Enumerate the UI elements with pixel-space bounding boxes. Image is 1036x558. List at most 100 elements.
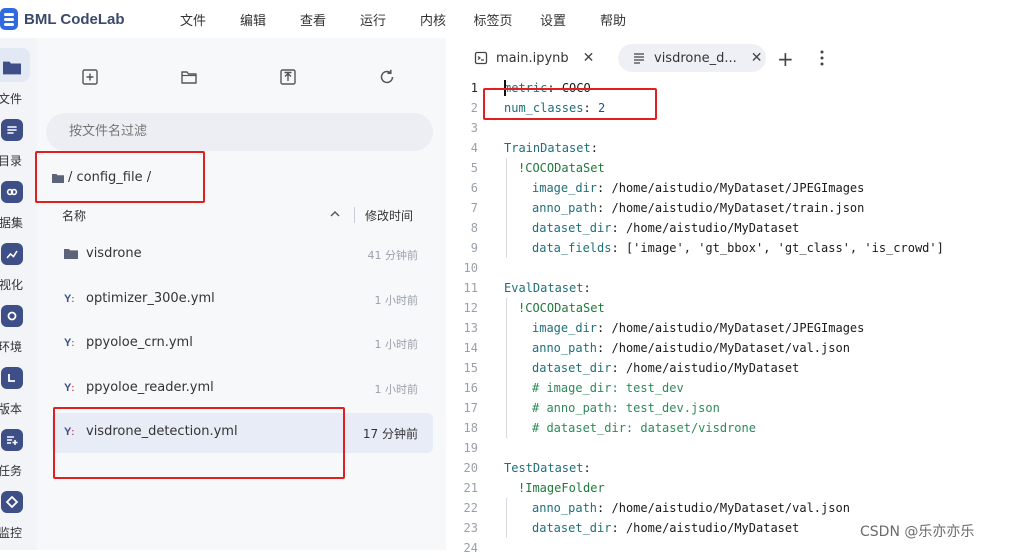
code-text: dataset_dir: /home/aistudio/MyDataset bbox=[532, 358, 799, 378]
file-row[interactable]: Y: optimizer_300e.yml 1 小时前 bbox=[52, 280, 433, 320]
refresh-icon bbox=[380, 69, 394, 84]
line-number: 24 bbox=[463, 541, 478, 555]
yaml-value: /home/aistudio/MyDataset bbox=[625, 221, 800, 235]
upload-icon bbox=[280, 69, 296, 85]
code-text: # image_dir: test_dev bbox=[532, 378, 684, 398]
code-text: data_fields: ['image', 'gt_bbox', 'gt_cl… bbox=[532, 238, 944, 258]
file-row[interactable]: Y: ppyoloe_crn.yml 1 小时前 bbox=[52, 324, 433, 364]
code-text: anno_path: /home/aistudio/MyDataset/trai… bbox=[532, 198, 864, 218]
rail-item-label: 监控 bbox=[0, 526, 23, 540]
line-number: 8 bbox=[470, 221, 478, 235]
code-line: 13 image_dir: /home/aistudio/MyDataset/JP… bbox=[446, 318, 1036, 338]
code-line: 10 bbox=[446, 258, 1036, 278]
add-tab-icon[interactable]: + bbox=[777, 47, 794, 71]
yaml-tag: !COCODataSet bbox=[518, 161, 605, 175]
code-text: !COCODataSet bbox=[518, 298, 605, 318]
yaml-key: data_fields bbox=[532, 241, 612, 255]
menu-item[interactable]: 帮助 bbox=[583, 10, 643, 29]
file-row[interactable]: visdrone 41 分钟前 bbox=[52, 235, 433, 275]
yaml-comment: # anno_path: test_dev.json bbox=[532, 401, 720, 415]
rail-item-label: 版本 bbox=[0, 402, 23, 416]
text-file-icon bbox=[634, 53, 644, 64]
new-folder-button[interactable] bbox=[180, 68, 198, 86]
code-line: 21 !ImageFolder bbox=[446, 478, 1036, 498]
code-line: 19 bbox=[446, 438, 1036, 458]
rail-item-label: 目录 bbox=[0, 154, 23, 168]
line-number: 5 bbox=[470, 161, 478, 175]
yaml-colon: : bbox=[611, 241, 619, 255]
tab-label: main.ipynb bbox=[496, 50, 569, 66]
annotation-box-num-classes bbox=[483, 88, 657, 120]
line-number: 16 bbox=[463, 381, 478, 395]
line-number: 3 bbox=[470, 121, 478, 135]
app-name: BML CodeLab bbox=[24, 10, 125, 28]
yaml-key: TestDataset bbox=[504, 461, 584, 475]
menu-item[interactable]: 运行 bbox=[343, 10, 403, 29]
yaml-tag: !COCODataSet bbox=[518, 301, 605, 315]
menu-item[interactable]: 标签页 bbox=[463, 10, 523, 29]
menu-item[interactable]: 设置 bbox=[523, 10, 583, 29]
code-line: 15 dataset_dir: /home/aistudio/MyDataset bbox=[446, 358, 1036, 378]
yaml-value: /home/aistudio/MyDataset/val.json bbox=[611, 501, 850, 515]
file-row[interactable]: Y: ppyoloe_reader.yml 1 小时前 bbox=[52, 369, 433, 409]
file-name: optimizer_300e.yml bbox=[86, 290, 215, 306]
activity-rail: 文件目录数据集可视化环境版本任务监控 bbox=[0, 38, 37, 550]
code-line: 16 # image_dir: test_dev bbox=[446, 378, 1036, 398]
yaml-colon: : bbox=[611, 361, 619, 375]
yaml-value: /home/aistudio/MyDataset/val.json bbox=[611, 341, 850, 355]
file-filter-input[interactable] bbox=[46, 113, 433, 151]
folder-icon bbox=[64, 248, 80, 262]
menu-item[interactable]: 编辑 bbox=[223, 10, 283, 29]
more-vertical-icon[interactable] bbox=[820, 50, 824, 66]
line-number: 6 bbox=[470, 181, 478, 195]
tab-visdrone-detection[interactable]: visdrone_d... ✕ bbox=[618, 44, 766, 72]
code-line: 12 !COCODataSet bbox=[446, 298, 1036, 318]
yaml-value: /home/aistudio/MyDataset/JPEGImages bbox=[611, 321, 865, 335]
line-number: 21 bbox=[463, 481, 478, 495]
menu-item[interactable]: 内核 bbox=[403, 10, 463, 29]
column-modified-header[interactable]: 修改时间 bbox=[365, 207, 413, 224]
code-line: 4 TrainDataset: bbox=[446, 138, 1036, 158]
line-number: 14 bbox=[463, 341, 478, 355]
yaml-key: image_dir bbox=[532, 181, 598, 195]
dataset-link-icon bbox=[1, 181, 23, 203]
menu-item[interactable]: 查看 bbox=[283, 10, 343, 29]
tab-main-ipynb[interactable]: main.ipynb ✕ bbox=[474, 44, 594, 72]
rail-item-label: 可视化 bbox=[0, 278, 24, 292]
code-line: 9 data_fields: ['image', 'gt_bbox', 'gt_c… bbox=[446, 238, 1036, 258]
line-number: 18 bbox=[463, 421, 478, 435]
column-divider bbox=[354, 207, 355, 223]
code-line: 18 # dataset_dir: dataset/visdrone bbox=[446, 418, 1036, 438]
yaml-colon: : bbox=[583, 281, 591, 295]
new-file-button[interactable] bbox=[81, 68, 99, 86]
code-text: EvalDataset: bbox=[504, 278, 591, 298]
sort-ascending-icon[interactable] bbox=[329, 208, 341, 220]
close-icon[interactable]: ✕ bbox=[583, 50, 595, 66]
tab-label: visdrone_d... bbox=[654, 50, 737, 66]
code-line: 3 bbox=[446, 118, 1036, 138]
code-text: image_dir: /home/aistudio/MyDataset/JPEG… bbox=[532, 178, 864, 198]
annotation-box-breadcrumb bbox=[35, 151, 205, 203]
code-text: image_dir: /home/aistudio/MyDataset/JPEG… bbox=[532, 318, 864, 338]
upload-button[interactable] bbox=[279, 68, 297, 86]
code-line: 14 anno_path: /home/aistudio/MyDataset/va… bbox=[446, 338, 1036, 358]
code-text: dataset_dir: /home/aistudio/MyDataset bbox=[532, 518, 799, 538]
menu-item[interactable]: 文件 bbox=[163, 10, 223, 29]
task-add-icon bbox=[1, 429, 23, 451]
code-text: # anno_path: test_dev.json bbox=[532, 398, 720, 418]
line-number: 7 bbox=[470, 201, 478, 215]
yaml-key: EvalDataset bbox=[504, 281, 584, 295]
line-number: 17 bbox=[463, 401, 478, 415]
close-icon[interactable]: ✕ bbox=[751, 50, 763, 66]
line-number: 1 bbox=[470, 81, 478, 95]
column-name-header[interactable]: 名称 bbox=[62, 207, 86, 224]
line-number: 11 bbox=[463, 281, 478, 295]
rail-item-label: 数据集 bbox=[0, 216, 24, 230]
indent-guide bbox=[506, 498, 507, 538]
line-number: 9 bbox=[470, 241, 478, 255]
yaml-key: anno_path bbox=[532, 201, 598, 215]
version-icon bbox=[1, 367, 23, 389]
refresh-button[interactable] bbox=[378, 68, 396, 86]
yaml-key: dataset_dir bbox=[532, 221, 612, 235]
yaml-colon: : bbox=[583, 461, 591, 475]
